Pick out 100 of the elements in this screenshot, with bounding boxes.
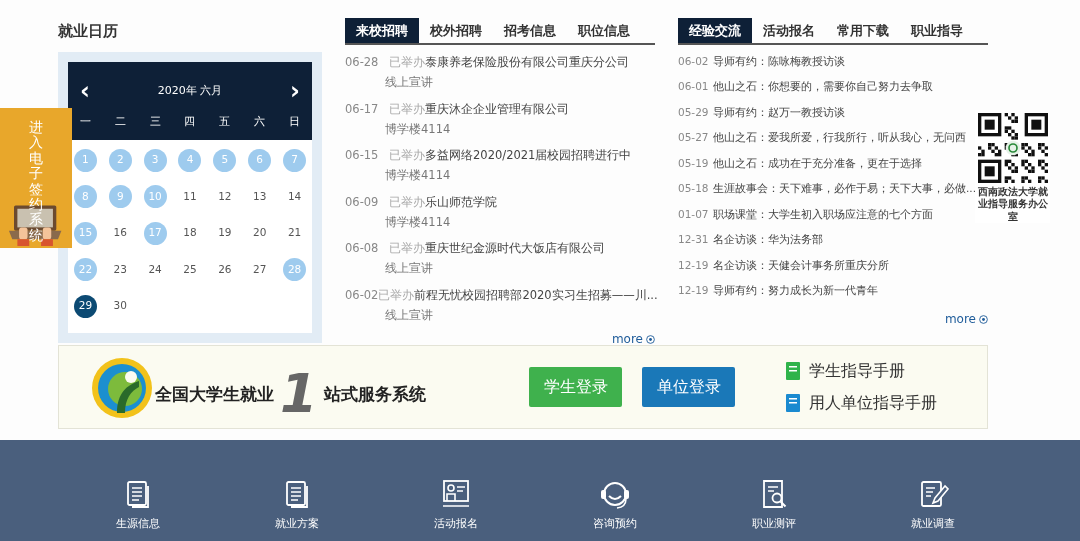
calendar-day[interactable]: 21 — [283, 221, 307, 245]
news-title[interactable]: 导师有约：赵万一教授访谈 — [713, 104, 845, 121]
news-date: 06-01 — [678, 79, 710, 95]
circle-icon — [646, 334, 655, 344]
status-label: 已举办 — [389, 147, 425, 164]
news-title[interactable]: 多益网络2020/2021届校园招聘进行中 — [425, 147, 632, 165]
tab[interactable]: 招考信息 — [493, 18, 567, 43]
news-title[interactable]: 名企访谈：天健会计事务所重庆分所 — [713, 257, 889, 274]
footer-link[interactable]: 就业调查 — [853, 440, 1012, 541]
news-location: 线上宣讲 — [384, 306, 434, 324]
news-title[interactable]: 他山之石：成功在于充分准备，更在于选择 — [713, 155, 922, 172]
calendar-day[interactable]: 30 — [108, 294, 132, 318]
footer-link[interactable]: 活动报名 — [376, 440, 535, 541]
calendar-day[interactable]: 11 — [178, 185, 202, 209]
tab[interactable]: 活动报名 — [752, 18, 826, 43]
news-title[interactable]: 生涯故事会：天下难事，必作于易；天下大事，必做... — [713, 181, 976, 198]
weekday-label: 三 — [148, 114, 162, 130]
news-title[interactable]: 重庆沐企企业管理有限公司 — [425, 100, 569, 118]
status-label: 已举办 — [389, 100, 425, 118]
news-location: 线上宣讲 — [384, 260, 434, 278]
logo-text: 全国大学生就业 — [155, 382, 274, 406]
tab[interactable]: 常用下载 — [826, 18, 900, 43]
weekday-label: 六 — [253, 114, 267, 130]
calendar-day[interactable]: 14 — [283, 185, 307, 209]
prev-month-button[interactable]: ‹ — [78, 79, 92, 103]
tab[interactable]: 职业指导 — [900, 18, 974, 43]
news-title[interactable]: 职场课堂：大学生初入职场应注意的七个方面 — [713, 206, 933, 223]
login-button[interactable]: 单位登录 — [642, 367, 735, 407]
calendar-day[interactable]: 13 — [248, 185, 272, 209]
calendar-day[interactable]: 23 — [108, 258, 132, 282]
handbook-link[interactable]: 用人单位指导手册 — [785, 391, 937, 415]
news-date: 12-19 — [678, 257, 710, 273]
news-date: 05-18 — [678, 181, 710, 197]
news-date: 05-29 — [678, 104, 710, 120]
logo-icon — [89, 355, 155, 421]
weekday-label: 日 — [288, 114, 302, 130]
footer-label: 咨询预约 — [592, 516, 637, 532]
status-label: 已举办 — [389, 240, 425, 257]
news-title[interactable]: 他山之石：你想要的，需要你自己努力去争取 — [713, 79, 933, 96]
news-date: 06-02 — [345, 286, 379, 304]
news-date: 06-02 — [678, 53, 710, 69]
news-title[interactable]: 前程无忧校园招聘部2020实习生招募——川... — [414, 286, 658, 304]
calendar-day[interactable]: 26 — [213, 258, 237, 282]
news-title[interactable]: 他山之石：爱我所爱，行我所行，听从我心，无问西 — [713, 130, 966, 147]
footer-label: 就业方案 — [274, 516, 319, 532]
footer-link[interactable]: 职业测评 — [694, 440, 853, 541]
tab[interactable]: 职位信息 — [567, 18, 641, 43]
calendar-day[interactable]: 19 — [213, 221, 237, 245]
news-location: 博学楼4114 — [384, 167, 452, 185]
calendar-day[interactable]: 12 — [213, 185, 237, 209]
news-date: 06-08 — [345, 240, 380, 257]
more-link[interactable]: more — [944, 310, 988, 328]
weekday-label: 四 — [183, 114, 197, 130]
news-title[interactable]: 名企访谈：华为法务部 — [713, 232, 823, 249]
footer-link[interactable]: 生源信息 — [58, 440, 217, 541]
calendar-day[interactable]: 24 — [143, 258, 167, 282]
news-location: 博学楼4114 — [384, 120, 452, 138]
news-title[interactable]: 导师有约：努力成长为新一代青年 — [713, 283, 878, 300]
footer-link[interactable]: 就业方案 — [217, 440, 376, 541]
news-date: 12-19 — [678, 283, 710, 299]
status-label: 已举办 — [378, 286, 415, 304]
status-label: 已举办 — [389, 54, 425, 71]
news-date: 06-28 — [345, 54, 380, 71]
footer-label: 就业调查 — [910, 516, 955, 532]
status-label: 已举办 — [389, 193, 425, 211]
logo-text: 站式服务系统 — [323, 382, 426, 406]
next-month-button[interactable]: › — [288, 79, 302, 103]
calendar-day[interactable]: 18 — [178, 221, 202, 245]
calendar-day[interactable]: 27 — [248, 258, 272, 282]
month-label: 2020年 六月 — [157, 82, 223, 99]
footer-link[interactable]: 咨询预约 — [535, 440, 694, 541]
weekday-label: 二 — [113, 114, 127, 130]
calendar-day[interactable]: 29 — [73, 294, 97, 318]
news-date: 06-09 — [345, 193, 380, 211]
news-title[interactable]: 导师有约：陈咏梅教授访谈 — [713, 53, 845, 70]
circle-icon — [979, 314, 988, 324]
calendar-day[interactable]: 20 — [248, 221, 272, 245]
news-location: 博学楼4114 — [384, 213, 452, 231]
news-title[interactable]: 重庆世纪金源时代大饭店有限公司 — [425, 240, 605, 258]
tab[interactable]: 来校招聘 — [345, 18, 419, 43]
news-title[interactable]: 泰康养老保险股份有限公司重庆分公司 — [425, 54, 629, 72]
news-title[interactable]: 乐山师范学院 — [425, 193, 497, 211]
news-location: 线上宣讲 — [384, 74, 434, 92]
section-title: 就业日历 — [58, 21, 119, 42]
qr-caption: 西南政法大学就业指导服务办公室 — [976, 186, 1049, 224]
news-date: 06-15 — [345, 147, 380, 164]
news-date: 01-07 — [678, 206, 710, 222]
more-link[interactable]: more — [611, 330, 655, 348]
tab[interactable]: 校外招聘 — [419, 18, 493, 43]
calendar-day[interactable]: 25 — [178, 258, 202, 282]
footer-label: 职业测评 — [751, 516, 796, 532]
handbook-link[interactable]: 学生指导手册 — [785, 359, 937, 383]
news-date: 12-31 — [678, 232, 710, 248]
news-date: 05-19 — [678, 155, 710, 171]
calendar-day[interactable]: 16 — [108, 221, 132, 245]
news-date: 05-27 — [678, 130, 710, 146]
logo-digit: 1 — [279, 367, 319, 421]
tab[interactable]: 经验交流 — [678, 18, 752, 43]
footer-label: 活动报名 — [433, 516, 478, 532]
footer-label: 生源信息 — [115, 516, 160, 532]
